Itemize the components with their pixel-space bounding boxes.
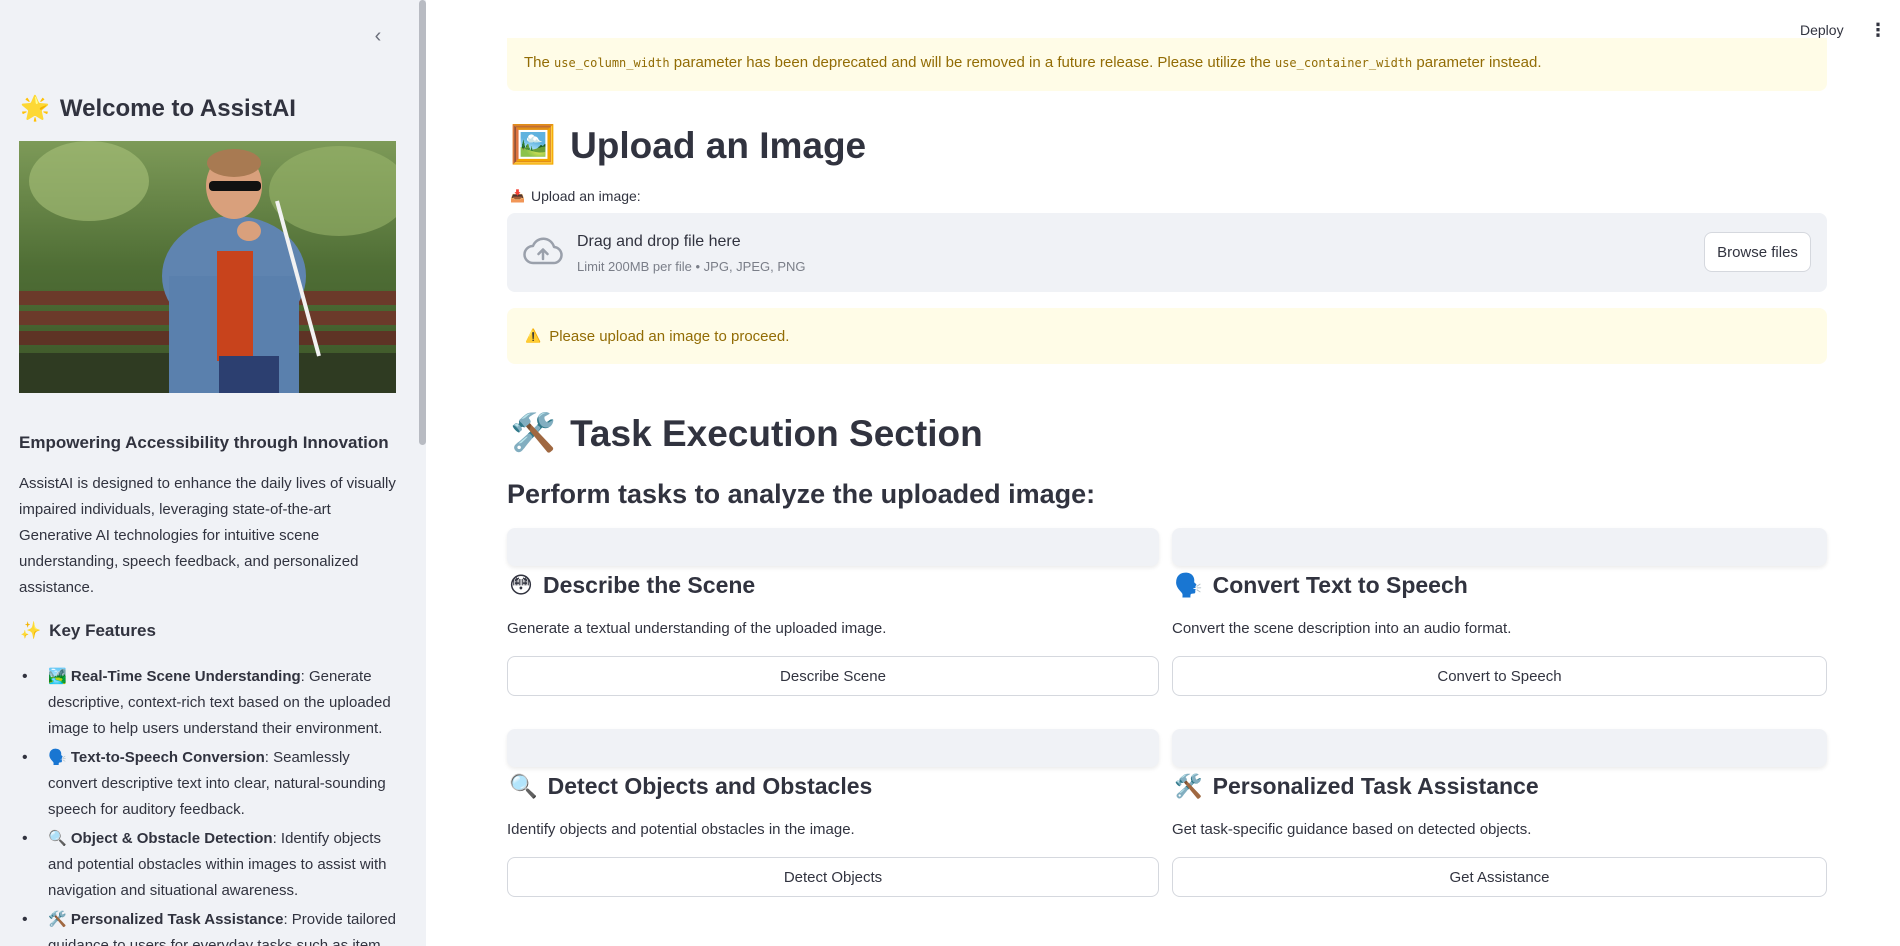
detect-objects-button[interactable]: Detect Objects (507, 857, 1159, 897)
card-title-text: Describe the Scene (542, 572, 756, 598)
dropzone-limit: Limit 200MB per file • JPG, JPEG, PNG (577, 259, 806, 274)
card-title-text: Detect Objects and Obstacles (547, 773, 873, 799)
cloud-upload-icon (523, 237, 563, 265)
sparkles-icon: ✨ (20, 621, 42, 640)
list-item: 🏞️ Real-Time Scene Understanding: Genera… (19, 664, 399, 742)
upload-warning: ⚠️ Please upload an image to proceed. (507, 308, 1827, 364)
key-features-text: Key Features (49, 621, 156, 640)
list-item: 🔍 Object & Obstacle Detection: Identify … (19, 826, 399, 904)
sidebar-title-text: Welcome to AssistAI (59, 94, 296, 122)
collapse-sidebar-icon[interactable]: ‹ (366, 24, 390, 48)
tools-icon: 🛠️ (48, 911, 67, 928)
describe-scene-desc: Generate a textual understanding of the … (507, 620, 887, 637)
inbox-icon: 📥 (510, 189, 525, 203)
feature-name: Text-to-Speech Conversion (70, 749, 265, 766)
warning-text-suffix: parameter instead. (1412, 54, 1542, 71)
sidebar-description: AssistAI is designed to enhance the dail… (19, 475, 396, 596)
sidebar-scrollbar-thumb[interactable] (419, 0, 426, 445)
describe-scene-title: 😳 Describe the Scene (509, 572, 755, 599)
deprecation-warning: The use_column_width parameter has been … (507, 38, 1827, 91)
upload-warning-text: Please upload an image to proceed. (549, 327, 790, 345)
tools-icon: 🛠️ (510, 412, 557, 453)
features-list: 🏞️ Real-Time Scene Understanding: Genera… (19, 664, 399, 946)
warning-code-2: use_container_width (1274, 56, 1413, 70)
warning-code-1: use_column_width (554, 56, 670, 70)
sidebar-title: 🌟 Welcome to AssistAI (20, 94, 296, 123)
describe-scene-button[interactable]: Describe Scene (507, 656, 1159, 696)
sidebar: ‹ 🌟 Welcome to AssistAI Empowering Acces… (0, 0, 426, 946)
detect-objects-desc: Identify objects and potential obstacles… (507, 821, 855, 838)
upload-heading: 🖼️ Upload an Image (510, 124, 866, 167)
main-menu-icon[interactable]: ⋮ (1869, 20, 1887, 41)
magnifier-icon: 🔍 (48, 830, 67, 847)
tools-icon: 🛠️ (1174, 773, 1203, 799)
warning-icon: ⚠️ (525, 328, 542, 343)
speaking-head-icon: 🗣️ (48, 749, 67, 766)
file-dropzone[interactable]: Drag and drop file here Limit 200MB per … (507, 213, 1827, 292)
feature-name: Object & Obstacle Detection (70, 830, 273, 847)
card-title-text: Personalized Task Assistance (1212, 773, 1539, 799)
browse-files-button[interactable]: Browse files (1704, 232, 1811, 272)
convert-speech-title: 🗣️ Convert Text to Speech (1174, 572, 1468, 599)
card-header-bar (1172, 729, 1827, 767)
detect-objects-title: 🔍 Detect Objects and Obstacles (509, 773, 872, 800)
upload-label: 📥 Upload an image: (510, 188, 641, 204)
speaking-head-icon: 🗣️ (1174, 572, 1203, 598)
convert-speech-button[interactable]: Convert to Speech (1172, 656, 1827, 696)
card-header-bar (1172, 528, 1827, 566)
sidebar-hero-image (19, 141, 396, 393)
card-header-bar (507, 729, 1159, 767)
upload-label-text: Upload an image: (530, 188, 641, 204)
feature-name: Personalized Task Assistance (70, 911, 284, 928)
get-assistance-button[interactable]: Get Assistance (1172, 857, 1827, 897)
dropzone-instructions: Drag and drop file here (577, 233, 741, 250)
feature-name: Real-Time Scene Understanding (70, 668, 301, 685)
sidebar-subtitle: Empowering Accessibility through Innovat… (19, 433, 389, 452)
warning-text-middle: parameter has been deprecated and will b… (669, 54, 1275, 71)
deploy-button[interactable]: Deploy (1800, 22, 1844, 38)
task-assistance-title: 🛠️ Personalized Task Assistance (1174, 773, 1539, 800)
warning-text-prefix: The (524, 54, 555, 71)
picture-icon: 🖼️ (510, 124, 557, 165)
convert-speech-desc: Convert the scene description into an au… (1172, 620, 1512, 637)
list-item: 🛠️ Personalized Task Assistance: Provide… (19, 907, 399, 946)
task-assistance-desc: Get task-specific guidance based on dete… (1172, 821, 1532, 838)
task-heading-text: Task Execution Section (570, 412, 983, 454)
magnifier-icon: 🔍 (509, 773, 538, 799)
card-title-text: Convert Text to Speech (1212, 572, 1468, 598)
list-item: 🗣️ Text-to-Speech Conversion: Seamlessly… (19, 745, 399, 823)
card-header-bar (507, 528, 1159, 566)
flushed-face-icon: 😳 (509, 572, 533, 598)
key-features-heading: ✨ Key Features (20, 621, 156, 641)
scene-icon: 🏞️ (48, 668, 67, 685)
upload-heading-text: Upload an Image (570, 124, 867, 166)
star-icon: 🌟 (20, 95, 50, 122)
task-subtitle: Perform tasks to analyze the uploaded im… (507, 479, 1096, 509)
task-heading: 🛠️ Task Execution Section (510, 412, 983, 455)
